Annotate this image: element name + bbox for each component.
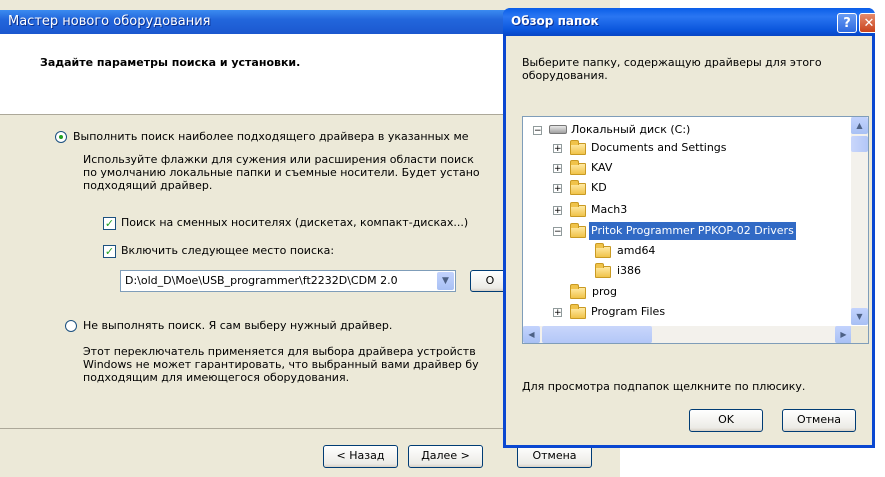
search-desc-line-2: по умолчанию локальные папки и съемные н… — [83, 166, 480, 179]
manual-description: Этот переключатель применяется для выбор… — [83, 345, 479, 384]
tree-item-label: Локальный диск (C:) — [571, 123, 691, 136]
browse-prompt-line-2: оборудования. — [522, 69, 608, 82]
expand-icon[interactable]: + — [553, 144, 562, 154]
search-desc-line-1: Используйте флажки для сужения или расши… — [83, 153, 474, 166]
tree-item-label: Program Files — [591, 305, 666, 318]
browse-body: Выберите папку, содержащую драйверы для … — [506, 36, 872, 445]
search-path-value: D:\old_D\Moe\USB_programmer\ft2232D\CDM … — [125, 274, 398, 287]
tree-item-label: KAV — [591, 161, 613, 174]
checkbox-location-label[interactable]: Включить следующее место поиска: — [121, 244, 334, 257]
wizard-cancel-button[interactable]: Отмена — [517, 445, 592, 468]
folder-icon — [595, 243, 611, 258]
vertical-scrollbar[interactable]: ▲ ▼ — [851, 117, 868, 325]
drive-icon — [549, 125, 567, 134]
browse-folder-dialog: Обзор папок ? ✕ Выберите папку, содержащ… — [503, 8, 879, 448]
ok-button[interactable]: OK — [689, 409, 763, 432]
folder-icon — [570, 304, 586, 319]
checkbox-removable-label[interactable]: Поиск на сменных носителях (дискетах, ко… — [121, 216, 468, 229]
checkbox-removable[interactable]: ✓ — [103, 217, 116, 230]
tree-item-label: i386 — [617, 264, 642, 277]
back-button[interactable]: < Назад — [323, 445, 398, 468]
manual-desc-line-3: подходящим для имеющегося оборудования. — [83, 371, 350, 384]
browse-prompt-line-1: Выберите папку, содержащую драйверы для … — [522, 56, 822, 69]
tree-item-label: prog — [592, 285, 617, 298]
folder-icon — [570, 160, 586, 175]
radio-manual-label[interactable]: Не выполнять поиск. Я сам выберу нужный … — [83, 319, 392, 332]
manual-desc-line-2: Windows не может гарантировать, что выбр… — [83, 358, 479, 371]
tree-item-label-selected: Pritok Programmer PPKOP-02 Drivers — [589, 222, 796, 240]
folder-icon — [570, 140, 586, 155]
expand-icon[interactable]: + — [553, 206, 562, 216]
scroll-left-icon[interactable]: ◀ — [523, 326, 540, 343]
manual-desc-line-1: Этот переключатель применяется для выбор… — [83, 345, 476, 358]
tree-item-label: Mach3 — [591, 203, 628, 216]
browse-hint: Для просмотра подпапок щелкните по плюси… — [522, 380, 806, 393]
tree-item-label: KD — [591, 181, 607, 194]
folder-icon — [570, 284, 586, 299]
help-icon[interactable]: ? — [837, 13, 857, 33]
radio-search-label[interactable]: Выполнить поиск наиболее подходящего дра… — [73, 130, 469, 143]
checkbox-location[interactable]: ✓ — [103, 245, 116, 258]
scroll-right-icon[interactable]: ▶ — [835, 326, 852, 343]
collapse-icon[interactable]: − — [533, 126, 542, 136]
browse-title-bar: Обзор папок ? ✕ — [503, 8, 879, 36]
radio-manual[interactable] — [65, 320, 77, 332]
browse-title: Обзор папок — [511, 14, 599, 28]
vertical-scroll-thumb[interactable] — [851, 136, 868, 152]
horizontal-scrollbar[interactable]: ◀ ▶ — [523, 326, 852, 343]
expand-icon[interactable]: + — [553, 308, 562, 318]
browse-prompt: Выберите папку, содержащую драйверы для … — [522, 56, 822, 82]
browse-cancel-button[interactable]: Отмена — [782, 409, 856, 432]
background-area — [875, 8, 885, 448]
horizontal-scroll-thumb[interactable] — [542, 326, 652, 343]
folder-tree[interactable]: − Локальный диск (C:) + Documents and Se… — [522, 116, 869, 344]
radio-search[interactable] — [55, 131, 67, 143]
folder-open-icon — [570, 223, 586, 238]
tree-item-label: Documents and Settings — [591, 141, 727, 154]
expand-icon[interactable]: + — [553, 184, 562, 194]
expand-icon[interactable]: + — [553, 164, 562, 174]
scrollbar-corner — [851, 326, 868, 343]
folder-icon — [595, 263, 611, 278]
folder-icon — [570, 202, 586, 217]
search-desc-line-3: подходящий драйвер. — [83, 179, 213, 192]
wizard-title: Мастер нового оборудования — [8, 14, 211, 29]
collapse-icon[interactable]: − — [553, 227, 562, 237]
search-description: Используйте флажки для сужения или расши… — [83, 153, 480, 192]
tree-item-label: amd64 — [617, 244, 656, 257]
wizard-heading: Задайте параметры поиска и установки. — [40, 56, 301, 69]
search-path-combobox[interactable]: D:\old_D\Moe\USB_programmer\ft2232D\CDM … — [120, 270, 456, 292]
chevron-down-icon[interactable]: ▼ — [437, 272, 454, 290]
scroll-down-icon[interactable]: ▼ — [851, 308, 868, 325]
folder-icon — [570, 180, 586, 195]
next-button[interactable]: Далее > — [408, 445, 483, 468]
scroll-up-icon[interactable]: ▲ — [851, 117, 868, 134]
